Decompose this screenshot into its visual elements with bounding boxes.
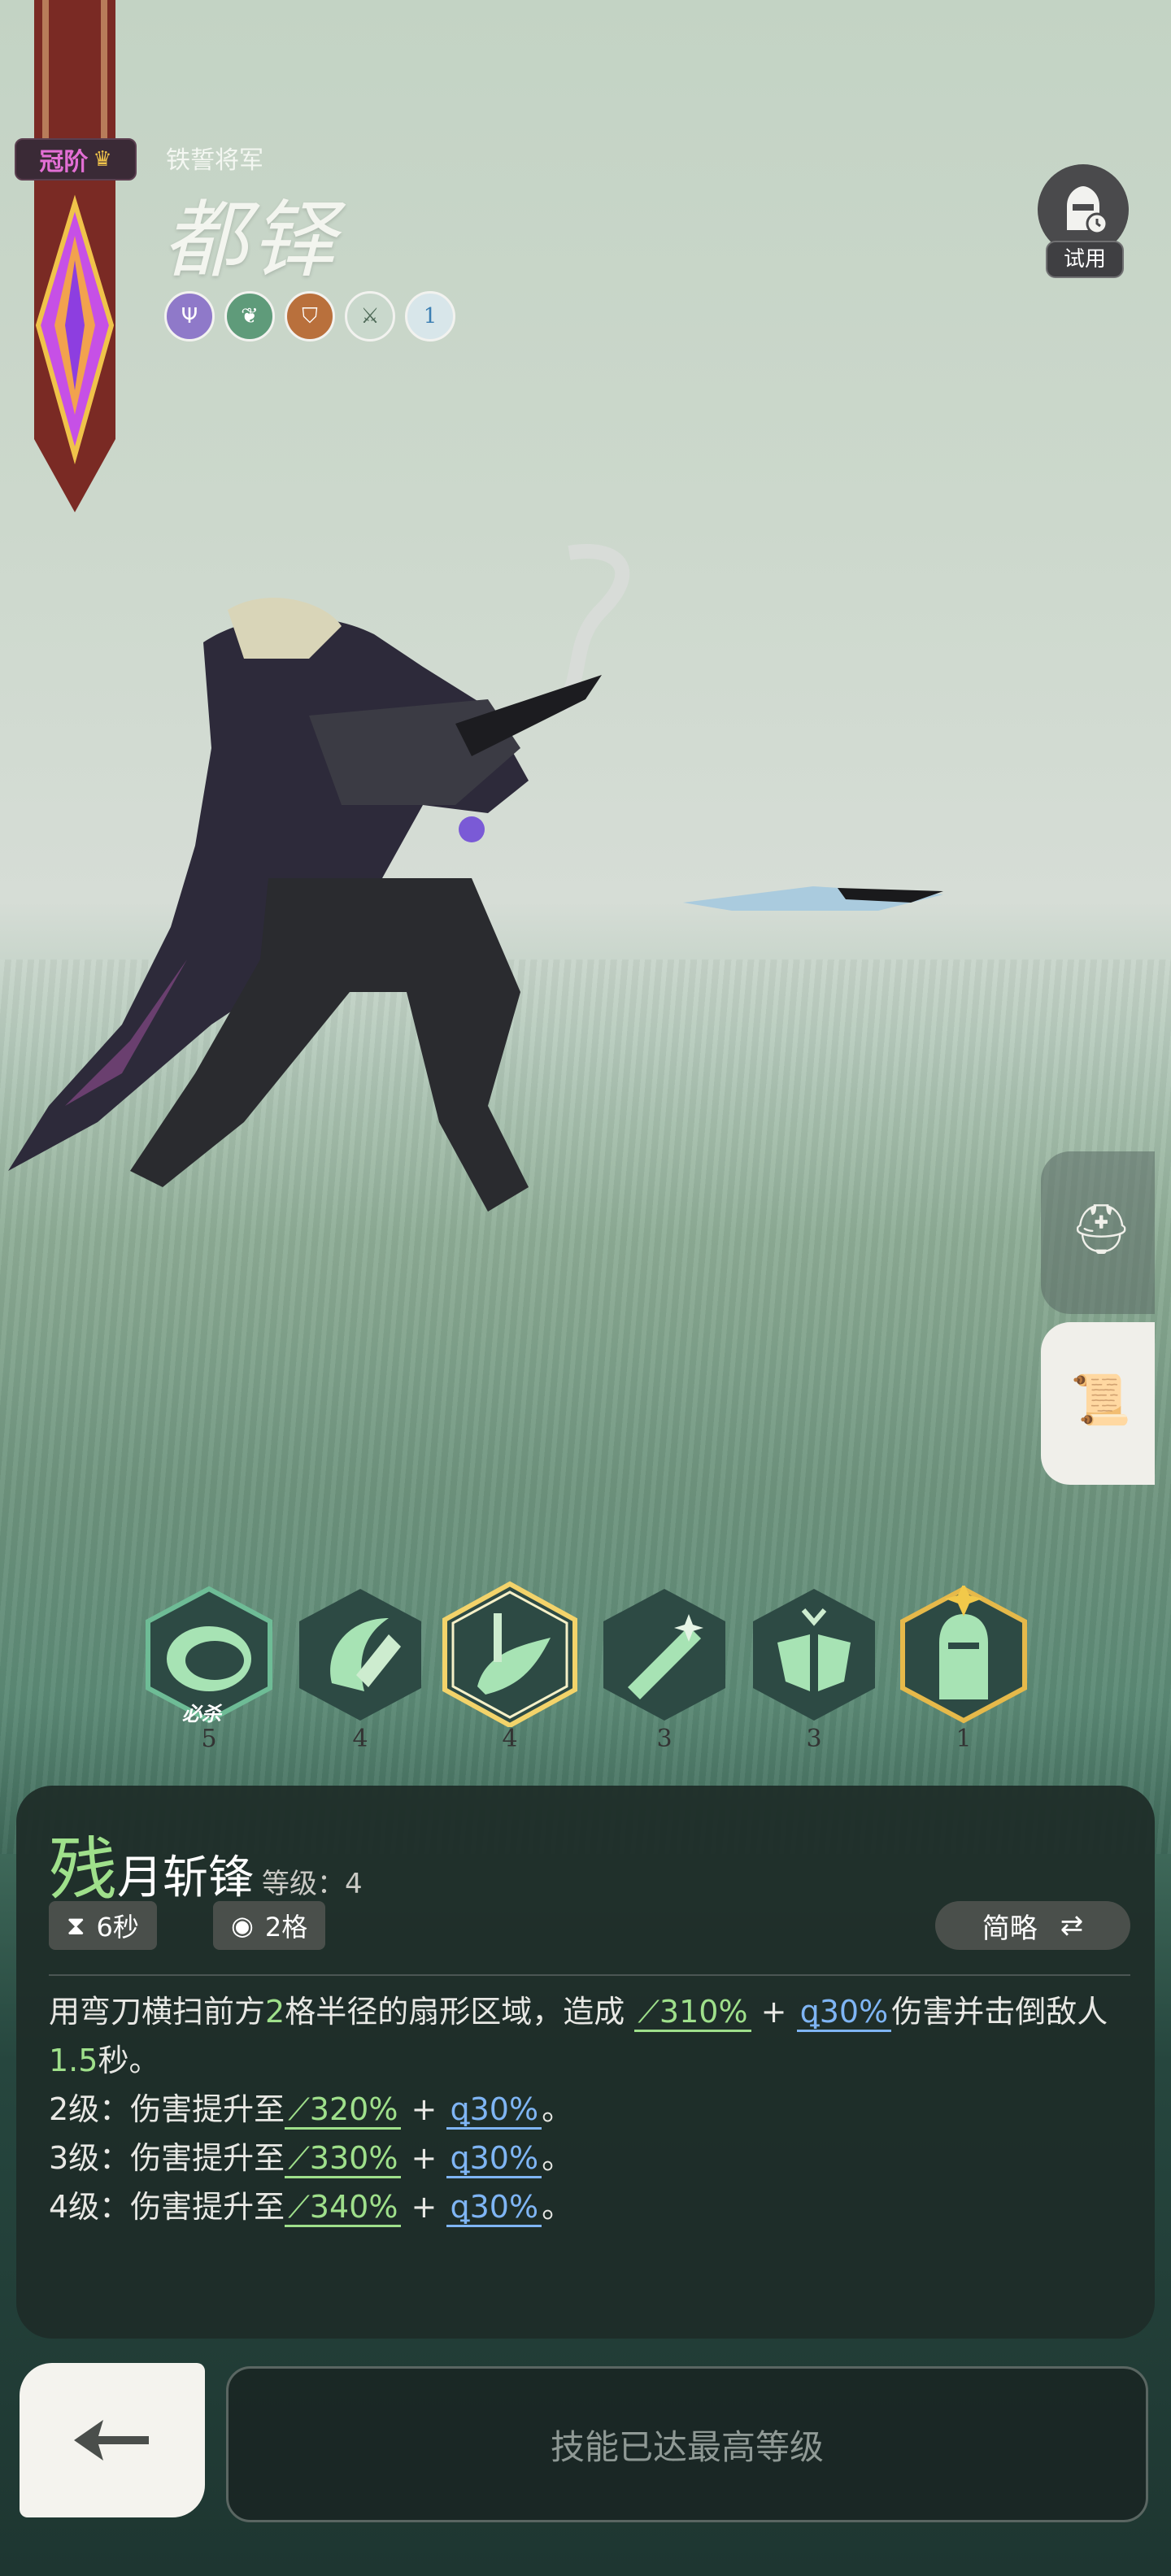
max-level-label: 技能已达最高等级: [550, 2426, 824, 2467]
leaf-icon[interactable]: ❦: [224, 291, 275, 342]
back-arrow-icon: [74, 2420, 149, 2461]
line-prefix: 2级：伤害提升至: [49, 2091, 285, 2127]
desc-text: 伤害并击倒敌人: [891, 1994, 1108, 2030]
skill-level: 5: [191, 1719, 227, 1760]
plus-sign: +: [411, 2091, 437, 2127]
skill-slot-1[interactable]: 必杀 5: [140, 1586, 278, 1753]
description-main: 用弯刀横扫前方2格半径的扇形区域，造成 ⟋310% + ꝗ30% 伤害并击倒敌人 1…: [49, 1987, 1130, 2085]
skill-detail-panel: 残月斩锋 等级：4 ⧗ 6秒 ◉ 2格 简略 ⇄ 用弯刀横扫前方2格半径的扇形区域…: [16, 1786, 1155, 2339]
side-tab-scroll[interactable]: 📜: [1041, 1322, 1155, 1485]
desc-text: 秒。: [98, 2043, 160, 2078]
attack-ratio-value: 320%: [309, 2091, 398, 2127]
divider: [49, 1974, 1130, 1976]
skill-level: 3: [796, 1719, 832, 1760]
side-tab-hero[interactable]: ⛑: [1041, 1151, 1155, 1314]
skill-level-value: 4: [345, 1868, 363, 1900]
attack-ratio-value: 340%: [309, 2189, 398, 2225]
magic-ratio: ꝗ30%: [796, 1994, 892, 2032]
skill-slot-6[interactable]: 1: [895, 1586, 1033, 1753]
line-end: 。: [542, 2091, 573, 2127]
max-level-button: 技能已达最高等级: [226, 2366, 1148, 2522]
skill-level: 1: [946, 1719, 982, 1760]
skill-bar: 必杀 5 4 4 3 3 1: [140, 1581, 1051, 1781]
crown-icon: ♛: [93, 147, 112, 172]
brief-label: 简略: [982, 1912, 1038, 1945]
skill-level: 4: [342, 1719, 378, 1760]
attack-ratio: ⟋330%: [285, 2140, 402, 2178]
magic-ratio-value: 30%: [819, 1994, 889, 2030]
hero-figure: [8, 544, 943, 1212]
trident-icon[interactable]: Ψ: [164, 291, 215, 342]
battle-scene-background: 冠阶 ♛ 铁誓将军 都铎 Ψ ❦ ⛉ ⚔ 1 试用 ⛑ 📜 必杀 5 4 4 3…: [0, 0, 1171, 2576]
line-prefix: 4级：伤害提升至: [49, 2189, 285, 2225]
range-chip: ◉ 2格: [213, 1901, 326, 1950]
tier-banner: [34, 0, 115, 520]
skill-level: 3: [646, 1719, 682, 1760]
attack-ratio-value: 330%: [309, 2140, 398, 2176]
eye-range-icon: ◉: [231, 1910, 254, 1941]
magic-ratio-value: 30%: [469, 2140, 539, 2176]
trait-list: Ψ ❦ ⛉ ⚔ 1: [164, 291, 455, 342]
trial-button[interactable]: 试用: [1038, 164, 1129, 278]
hourglass-icon: ⧗: [67, 1909, 85, 1941]
skill-title: 残月斩锋 等级：4: [49, 1815, 363, 1913]
number-one-icon[interactable]: 1: [405, 291, 455, 342]
attack-ratio: ⟋320%: [285, 2091, 402, 2130]
skill-description: 用弯刀横扫前方2格半径的扇形区域，造成 ⟋310% + ꝗ30% 伤害并击倒敌人1…: [49, 1987, 1130, 2231]
skill-slot-4[interactable]: 3: [595, 1586, 734, 1753]
range-value: 2格: [264, 1912, 308, 1943]
brief-toggle-button[interactable]: 简略 ⇄: [935, 1901, 1130, 1950]
magic-ratio: ꝗ30%: [446, 2140, 542, 2178]
desc-text: 格半径的扇形区域，造成: [285, 1994, 625, 2030]
magic-ratio: ꝗ30%: [446, 2091, 542, 2130]
plus-sign: +: [411, 2189, 437, 2225]
skill-name-rest: 月斩锋: [117, 1852, 255, 1904]
trial-label: 试用: [1046, 241, 1124, 278]
skill-slot-2[interactable]: 4: [291, 1586, 429, 1753]
attack-ratio: ⟋310%: [634, 1994, 751, 2032]
scroll-icon: 📜: [1070, 1372, 1131, 1429]
level-line-3: 3级：伤害提升至 ⟋330% + ꝗ30%。: [49, 2134, 1130, 2182]
magic-ratio: ꝗ30%: [446, 2189, 542, 2227]
line-end: 。: [542, 2140, 573, 2176]
hero-name: 都铎: [163, 190, 339, 289]
skill-slot-5[interactable]: 3: [745, 1586, 883, 1753]
attack-ratio: ⟋340%: [285, 2189, 402, 2227]
cooldown-value: 6秒: [96, 1912, 139, 1943]
desc-highlight: 1.5: [49, 2043, 98, 2078]
level-line-2: 2级：伤害提升至 ⟋320% + ꝗ30%。: [49, 2085, 1130, 2134]
helmet-icon: ⛑: [1070, 1201, 1133, 1258]
magic-ratio-value: 30%: [469, 2189, 539, 2225]
skill-level-label: 等级：: [262, 1868, 346, 1900]
skill-slot-3-selected[interactable]: 4: [441, 1581, 579, 1753]
magic-ratio-value: 30%: [469, 2091, 539, 2127]
line-end: 。: [542, 2189, 573, 2225]
plus-sign: +: [411, 2140, 437, 2176]
desc-text: 用弯刀横扫前方: [49, 1994, 266, 2030]
plus-sign: +: [760, 1994, 787, 2030]
swap-arrows-icon: ⇄: [1060, 1909, 1084, 1942]
tier-label: 冠阶: [39, 148, 89, 176]
shield-icon[interactable]: ⛉: [285, 291, 335, 342]
skill-level: 4: [492, 1719, 528, 1760]
back-button[interactable]: [20, 2363, 205, 2517]
desc-highlight: 2: [265, 1994, 285, 2030]
level-line-4: 4级：伤害提升至 ⟋340% + ꝗ30%。: [49, 2182, 1130, 2231]
line-prefix: 3级：伤害提升至: [49, 2140, 285, 2176]
cooldown-chip: ⧗ 6秒: [49, 1901, 157, 1950]
attack-ratio-value: 310%: [659, 1994, 748, 2030]
crossed-swords-icon[interactable]: ⚔: [345, 291, 395, 342]
tier-badge: 冠阶 ♛: [15, 138, 137, 181]
skill-name-first: 残: [49, 1830, 118, 1909]
